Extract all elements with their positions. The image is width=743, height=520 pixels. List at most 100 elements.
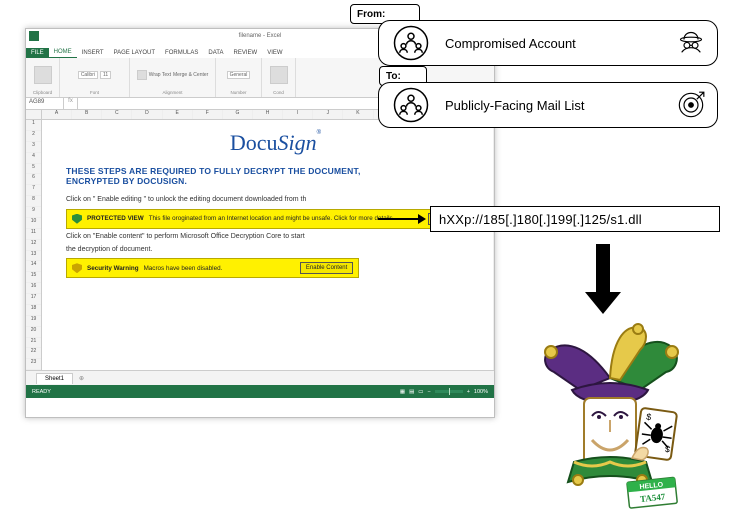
from-pill-label: Compromised Account [445,36,576,51]
col-header[interactable]: D [132,110,162,119]
ribbon-group-font: Calibri 11 Font [60,58,130,97]
cond-format-icon[interactable] [270,66,288,84]
shield-icon [72,214,82,224]
col-header[interactable]: K [343,110,373,119]
col-header[interactable]: B [72,110,102,119]
row-header[interactable]: 2 [26,131,41,142]
ribbon-group-clipboard: Clipboard [26,58,60,97]
row-header[interactable]: 20 [26,327,41,338]
tab-page-layout[interactable]: PAGE LAYOUT [109,48,160,58]
row-header[interactable]: 7 [26,185,41,196]
protected-view-label: PROTECTED VIEW [87,215,144,222]
spy-icon [677,29,705,57]
paste-icon[interactable] [34,66,52,84]
status-text: READY [32,389,51,395]
zoom-out-button[interactable]: − [427,389,430,395]
ribbon-group-number: General Number [216,58,262,97]
row-header[interactable]: 14 [26,261,41,272]
view-page-icon[interactable]: ▤ [409,389,414,395]
view-break-icon[interactable]: ▭ [418,389,423,395]
nametag: HELLO TA547 [627,477,677,508]
col-header[interactable]: C [102,110,132,119]
sheet-body: 1234567891011121314151617181920212223 Do… [26,120,494,370]
new-sheet-button[interactable]: ⊕ [79,375,84,382]
row-header[interactable]: 10 [26,218,41,229]
tab-view[interactable]: VIEW [262,48,287,58]
wrap-text-button[interactable]: Wrap Text [149,72,171,78]
col-header[interactable]: H [253,110,283,119]
row-header[interactable]: 4 [26,153,41,164]
row-header[interactable]: 13 [26,251,41,262]
col-header[interactable]: F [193,110,223,119]
people-icon-2 [393,87,429,123]
security-warning-bar: Security Warning Macros have been disabl… [66,258,359,278]
ribbon-group-cond: Cond [262,58,296,97]
row-header[interactable]: 8 [26,196,41,207]
row-header[interactable]: 12 [26,240,41,251]
font-name-selector[interactable]: Calibri [78,71,98,79]
row-header[interactable]: 1 [26,120,41,131]
row-header[interactable]: 3 [26,142,41,153]
ribbon-label-font: Font [90,90,99,95]
row-header[interactable]: 17 [26,294,41,305]
row-header[interactable]: 9 [26,207,41,218]
align-icon[interactable] [137,70,147,80]
row-header[interactable]: 11 [26,229,41,240]
tab-insert[interactable]: INSERT [77,48,109,58]
jester-graphic: $ $ HELLO TA547 [520,320,700,510]
zoom-controls[interactable]: ▦ ▤ ▭ − + 100% [400,389,488,395]
enable-content-button[interactable]: Enable Content [300,262,353,274]
tab-data[interactable]: DATA [203,48,228,58]
cells-area[interactable]: DocuSign® THESE STEPS ARE REQUIRED TO FU… [42,120,494,370]
arrow-excel-to-url [378,215,426,223]
tab-formulas[interactable]: FORMULAS [160,48,203,58]
ribbon-label-alignment: Alignment [162,90,182,95]
col-header[interactable]: E [163,110,193,119]
to-label: To: [386,71,401,82]
name-box[interactable]: AG89 [26,98,64,109]
zoom-level: 100% [474,389,488,395]
fx-icon[interactable]: fx [64,98,78,109]
arrow-url-to-jester [585,244,621,314]
url-box: hXXp://185[.]180[.]199[.]125/s1.dll [430,206,720,232]
people-icon [393,25,429,61]
row-header[interactable]: 18 [26,305,41,316]
col-header[interactable]: I [283,110,313,119]
from-label: From: [357,9,385,20]
select-all-corner[interactable] [26,110,42,119]
row-header[interactable]: 21 [26,338,41,349]
tab-file[interactable]: FILE [26,48,49,58]
to-pill: Publicly-Facing Mail List [378,82,718,128]
headline-2: ENCRYPTED BY DOCUSIGN. [66,176,485,186]
row-header[interactable]: 6 [26,174,41,185]
row-header[interactable]: 15 [26,272,41,283]
merge-center-button[interactable]: Merge & Center [173,72,208,78]
headline-1: THESE STEPS ARE REQUIRED TO FULLY DECRYP… [66,166,485,176]
row-header[interactable]: 5 [26,164,41,175]
instruction-2b: the decryption of document. [66,246,485,255]
bell-icon [633,324,643,334]
view-normal-icon[interactable]: ▦ [400,389,405,395]
sheet-tab-1[interactable]: Sheet1 [36,373,73,384]
zoom-slider[interactable] [435,390,463,393]
number-format-selector[interactable]: General [227,71,251,79]
row-header[interactable]: 16 [26,283,41,294]
row-header[interactable]: 19 [26,316,41,327]
bell-icon [666,346,678,358]
col-header[interactable]: G [223,110,253,119]
warning-shield-icon [72,263,82,273]
font-size-selector[interactable]: 11 [100,71,111,79]
ribbon-group-alignment: Wrap Text Merge & Center Alignment [130,58,216,97]
ribbon-label-cond: Cond [273,90,284,95]
row-header[interactable]: 22 [26,348,41,359]
zoom-in-button[interactable]: + [467,389,470,395]
embedded-doc-overlay: DocuSign® THESE STEPS ARE REQUIRED TO FU… [66,130,485,281]
instruction-2a: Click on "Enable content" to perform Mic… [66,233,485,242]
tab-review[interactable]: REVIEW [229,48,263,58]
row-header[interactable]: 23 [26,359,41,370]
ribbon-label-clipboard: Clipboard [33,90,52,95]
col-header[interactable]: J [313,110,343,119]
col-header[interactable]: A [42,110,72,119]
security-warning-label: Security Warning [87,265,139,272]
tab-home[interactable]: HOME [49,47,77,58]
